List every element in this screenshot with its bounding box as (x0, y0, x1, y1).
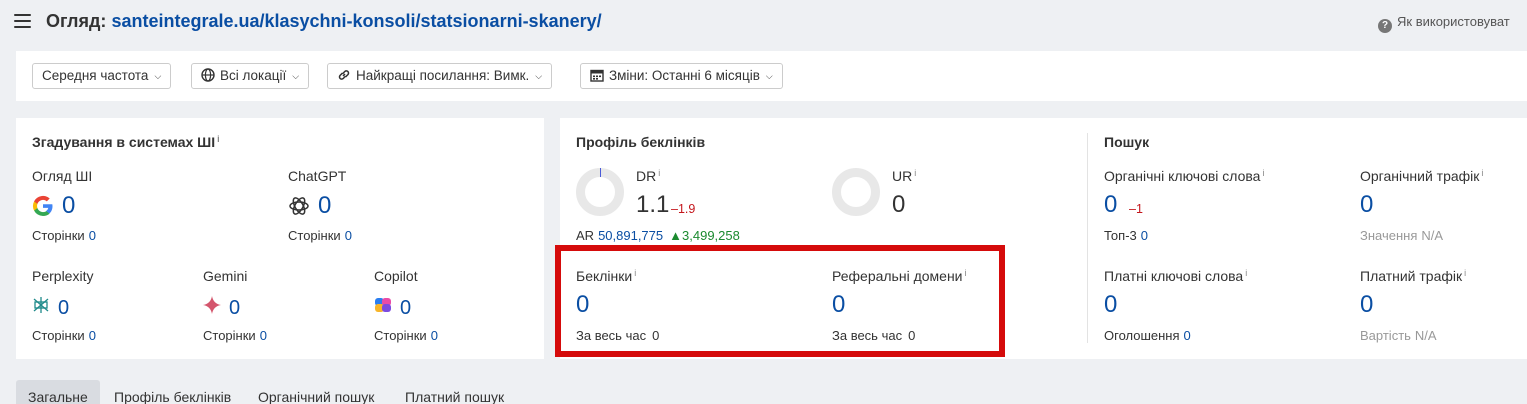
page-header: Огляд: santeintegrale.ua/klasychni-konso… (0, 0, 1527, 46)
gemini-value[interactable]: 0 (229, 295, 240, 321)
globe-icon (201, 68, 215, 82)
gemini-label: Gemini (203, 268, 248, 284)
title-prefix: Огляд: (46, 11, 107, 31)
locations-dropdown[interactable]: Всі локації ⌵ (191, 63, 310, 89)
filter-label: Всі локації (220, 68, 287, 83)
chatgpt-pages: Сторінки 0 (288, 228, 352, 243)
calendar-icon (590, 69, 604, 82)
info-icon[interactable]: i (1481, 168, 1483, 178)
perplexity-pages: Сторінки 0 (32, 328, 96, 343)
ur-label: UR i (892, 168, 917, 184)
ref-domains-all-time: За весь час 0 (832, 328, 916, 343)
top3-row: Топ-3 0 (1104, 228, 1148, 243)
best-links-dropdown[interactable]: Найкращі посилання: Вимк. ⌵ (327, 63, 553, 89)
backlinks-all-time: За весь час 0 (576, 328, 660, 343)
tab-organic-search[interactable]: Органічний пошук (246, 380, 386, 404)
chatgpt-label: ChatGPT (288, 168, 347, 184)
overview-metrics-panel: Профіль беклінків DR i 1.1 –1.9 UR i 0 AR 5… (560, 118, 1527, 359)
organic-keywords-value[interactable]: 0 (1104, 192, 1117, 218)
copilot-label: Copilot (374, 268, 418, 284)
tab-overview[interactable]: Загальне (16, 380, 100, 404)
ai-overview-label: Огляд ШІ (32, 168, 93, 184)
google-icon (32, 195, 53, 217)
info-icon[interactable]: i (634, 268, 636, 278)
chevron-down-icon: ⌵ (292, 71, 300, 81)
organic-traffic-label: Органічний трафік i (1360, 168, 1484, 184)
backlink-profile-title: Профіль беклінків (576, 134, 706, 150)
ar-value[interactable]: 50,891,775 (598, 228, 663, 243)
chevron-down-icon: ⌵ (154, 71, 162, 81)
volume-mode-dropdown[interactable]: Середня частота ⌵ (32, 63, 172, 89)
info-icon[interactable]: i (965, 268, 967, 278)
help-label: Як використовуват (1397, 14, 1510, 29)
search-title: Пошук (1104, 134, 1150, 150)
dr-value: 1.1 (636, 191, 670, 218)
question-icon: ? (1378, 19, 1392, 33)
ref-domains-label: Реферальні домени i (832, 268, 967, 284)
tab-backlink-profile[interactable]: Профіль беклінків (102, 380, 243, 404)
chatgpt-value[interactable]: 0 (318, 193, 331, 219)
cost-row: Вартість N/A (1360, 328, 1437, 343)
target-url-link[interactable]: santeintegrale.ua/klasychni-konsoli/stat… (111, 11, 601, 31)
info-icon[interactable]: i (1245, 268, 1247, 278)
filter-label: Середня частота (42, 68, 149, 83)
ar-delta: ▲3,499,258 (669, 228, 740, 243)
chatgpt-icon (289, 197, 309, 215)
dr-label: DR i (636, 168, 661, 184)
paid-keywords-label: Платні ключові слова i (1104, 268, 1248, 284)
perplexity-label: Perplexity (32, 268, 94, 284)
ur-gauge (832, 168, 880, 216)
perplexity-icon (33, 297, 49, 313)
paid-traffic-label: Платний трафік i (1360, 268, 1467, 284)
filter-label: Зміни: Останні 6 місяців (609, 68, 760, 83)
help-link[interactable]: ? Як використовуват (1378, 14, 1510, 33)
copilot-value[interactable]: 0 (400, 295, 411, 321)
ads-row: Оголошення 0 (1104, 328, 1191, 343)
ai-overview-value[interactable]: 0 (62, 193, 75, 219)
info-icon[interactable]: i (1262, 168, 1264, 178)
perplexity-value[interactable]: 0 (58, 295, 69, 321)
copilot-pages: Сторінки 0 (374, 328, 438, 343)
info-icon[interactable]: i (217, 134, 220, 144)
ai-mentions-title: Згадування в системах ШІ i (32, 134, 220, 150)
ai-mentions-panel: Згадування в системах ШІ i Огляд ШІ 0 Сто… (16, 118, 544, 359)
ur-value: 0 (892, 191, 906, 218)
gemini-icon (203, 296, 221, 314)
organic-keywords-label: Органічні ключові слова i (1104, 168, 1265, 184)
gemini-pages: Сторінки 0 (203, 328, 267, 343)
menu-icon[interactable] (14, 14, 31, 28)
organic-keywords-delta: –1 (1129, 202, 1143, 216)
section-divider (1087, 133, 1088, 343)
dr-gauge-marker (600, 168, 601, 177)
ai-overview-pages: Сторінки 0 (32, 228, 96, 243)
page-title: Огляд: santeintegrale.ua/klasychni-konso… (46, 11, 602, 32)
changes-period-dropdown[interactable]: Зміни: Останні 6 місяців ⌵ (580, 63, 783, 89)
dr-delta: –1.9 (671, 202, 696, 216)
tab-paid-search[interactable]: Платний пошук (393, 380, 516, 404)
chevron-down-icon: ⌵ (765, 71, 773, 81)
link-icon (338, 70, 350, 80)
ref-domains-value[interactable]: 0 (832, 292, 845, 318)
info-icon[interactable]: i (914, 168, 916, 178)
filter-label: Найкращі посилання: Вимк. (356, 68, 530, 83)
ar-row: AR 50,891,775 ▲3,499,258 (576, 228, 740, 243)
info-icon[interactable]: i (1464, 268, 1466, 278)
paid-traffic-value[interactable]: 0 (1360, 292, 1373, 318)
info-icon[interactable]: i (658, 168, 660, 178)
organic-traffic-value[interactable]: 0 (1360, 192, 1373, 218)
traffic-value-row: Значення N/A (1360, 228, 1444, 243)
paid-keywords-value[interactable]: 0 (1104, 292, 1117, 318)
backlinks-label: Беклінки i (576, 268, 637, 284)
filter-bar: Середня частота ⌵ Всі локації ⌵ Найкращі п… (16, 51, 1527, 101)
backlinks-value[interactable]: 0 (576, 292, 589, 318)
copilot-icon (375, 298, 391, 312)
chevron-down-icon: ⌵ (535, 71, 543, 81)
